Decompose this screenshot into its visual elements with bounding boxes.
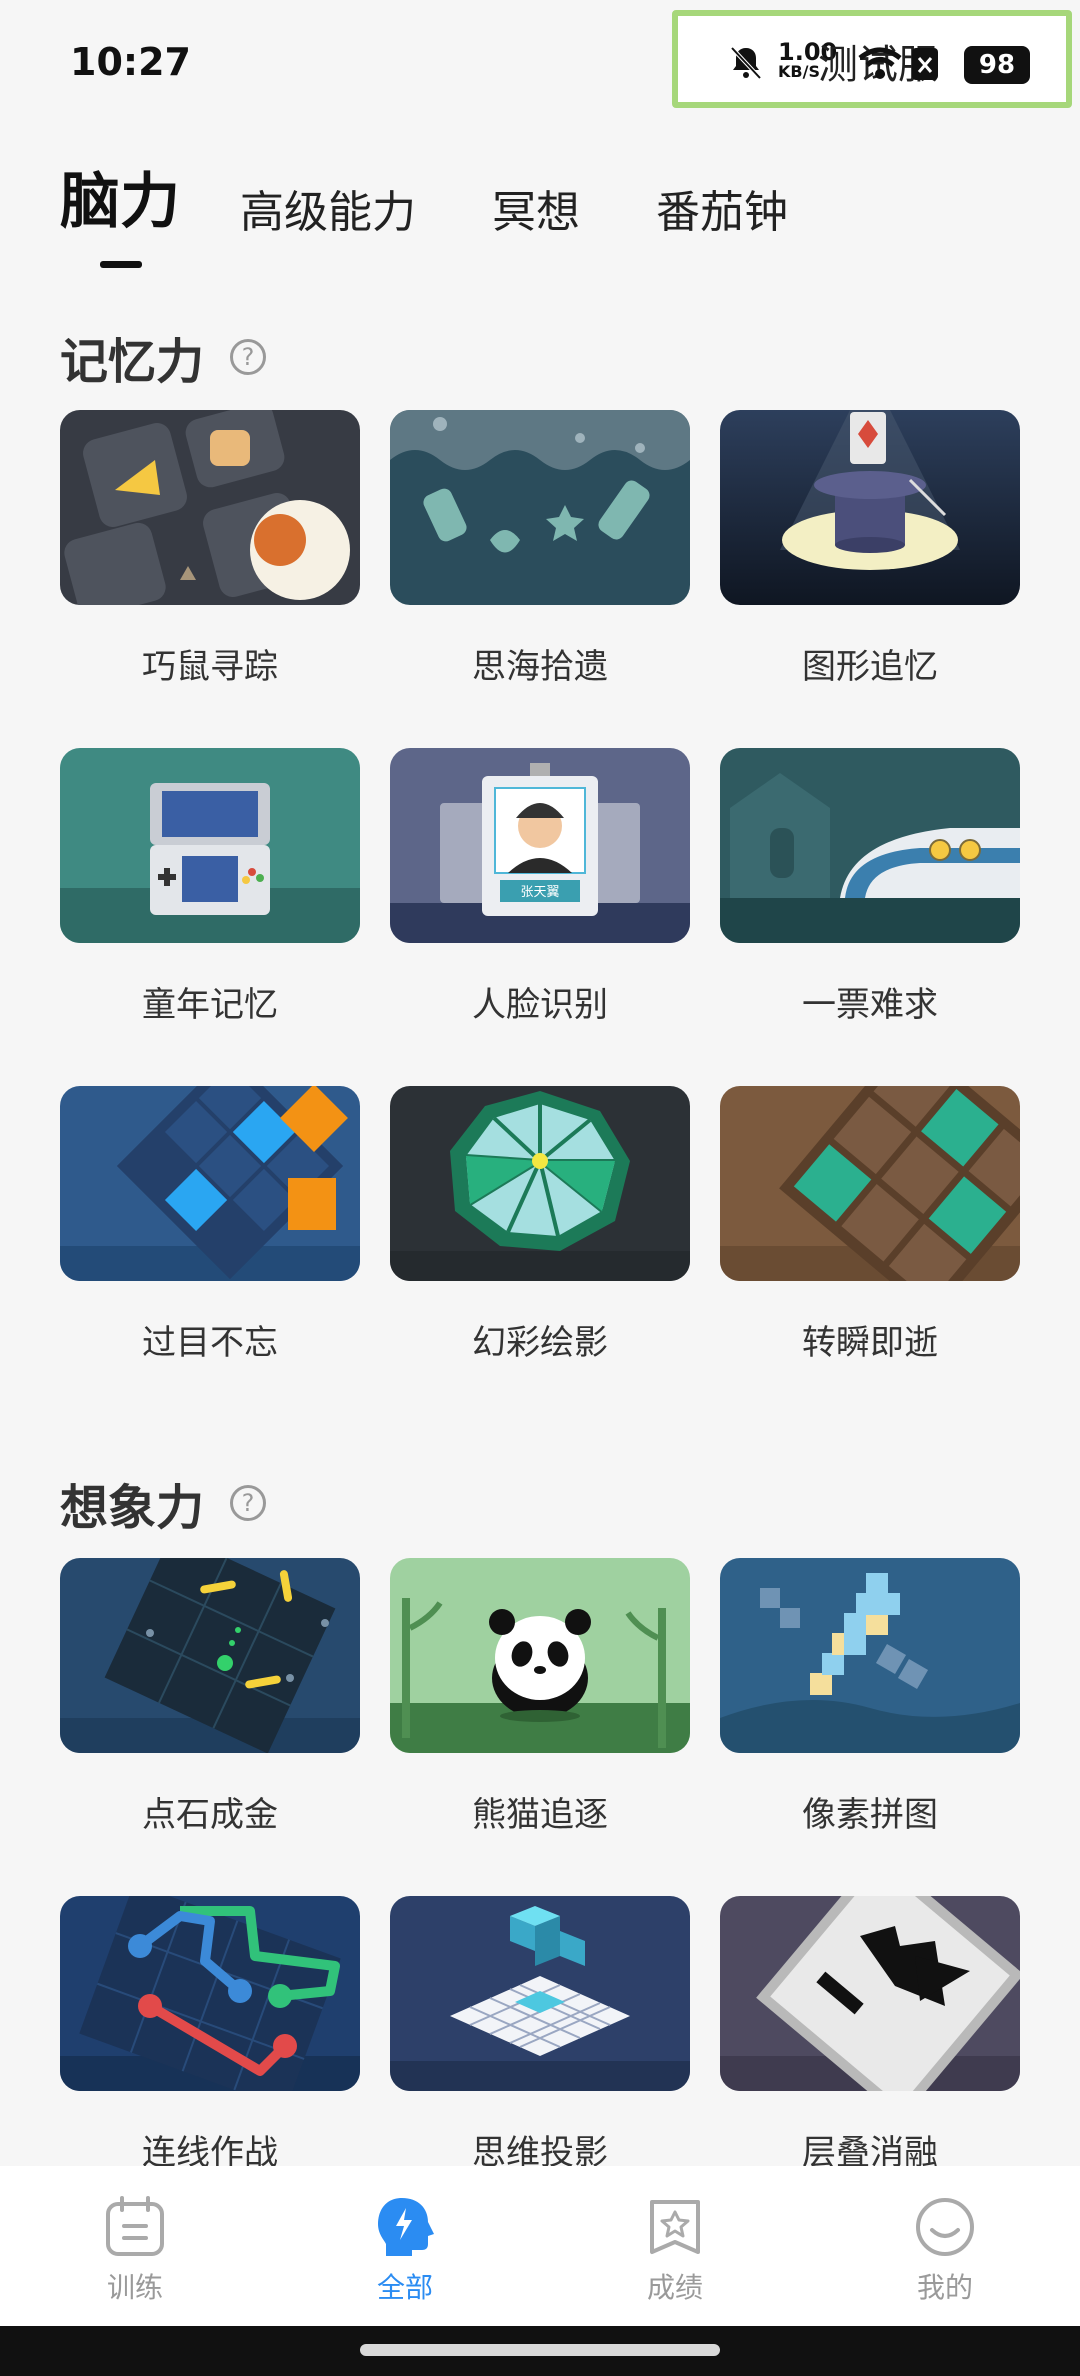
game-thumb: [60, 1896, 360, 2091]
imagination-game-grid: 点石成金 熊猫追逐 像素拼图 连线作战 思维投影 层叠消融: [60, 1558, 1020, 2173]
game-label: 转瞬即逝: [802, 1323, 938, 1363]
battery-icon: 98: [964, 46, 1030, 84]
game-label: 幻彩绘影: [472, 1323, 608, 1363]
help-icon[interactable]: ?: [230, 339, 267, 375]
tab-brain[interactable]: 脑力: [60, 153, 180, 268]
game-label: 童年记忆: [142, 985, 278, 1025]
game-label: 思海拾遗: [472, 647, 608, 687]
status-icons-overlay: 1.00 KB/S 测试服 98: [672, 10, 1072, 108]
section-title-text: 记忆力: [60, 334, 205, 390]
section-title-memory: 记忆力 ?: [60, 322, 267, 392]
game-thumb: [390, 1086, 690, 1281]
status-time: 10:27: [70, 40, 191, 84]
brain-icon: [378, 2198, 434, 2256]
game-thumb: [720, 748, 1020, 943]
game-card-gold[interactable]: 点石成金: [60, 1558, 360, 1836]
nav-all[interactable]: 全部: [270, 2166, 540, 2326]
bell-muted-icon: [730, 46, 762, 80]
game-label: 巧鼠寻踪: [142, 647, 278, 687]
game-label: 图形追忆: [802, 647, 938, 687]
game-thumb: [390, 410, 690, 605]
game-card-ticket[interactable]: 一票难求: [720, 748, 1020, 1026]
tab-advanced[interactable]: 高级能力: [240, 176, 416, 240]
game-card-shape[interactable]: 图形追忆: [720, 410, 1020, 688]
nav-training[interactable]: 训练: [0, 2166, 270, 2326]
game-card-projection[interactable]: 思维投影: [390, 1896, 690, 2174]
home-indicator[interactable]: [360, 2344, 720, 2356]
game-thumb: [720, 1896, 1020, 2091]
game-card-panda[interactable]: 熊猫追逐: [390, 1558, 690, 1836]
section-title-imagination: 想象力 ?: [60, 1468, 267, 1538]
game-thumb: [60, 410, 360, 605]
game-label: 像素拼图: [802, 1795, 938, 1835]
smile-icon: [916, 2198, 974, 2256]
nav-results[interactable]: 成绩: [540, 2166, 810, 2326]
game-card-sea[interactable]: 思海拾遗: [390, 410, 690, 688]
nav-mine[interactable]: 我的: [810, 2166, 1080, 2326]
nav-label: 我的: [916, 2271, 973, 2304]
game-card-glance[interactable]: 过目不忘: [60, 1086, 360, 1364]
game-label: 点石成金: [142, 1795, 278, 1835]
game-label: 人脸识别: [472, 985, 608, 1025]
game-thumb: [60, 1086, 360, 1281]
game-label: 一票难求: [802, 985, 938, 1025]
game-card-overlap[interactable]: 层叠消融: [720, 1896, 1020, 2174]
game-card-face[interactable]: 张天翼 人脸识别: [390, 748, 690, 1026]
game-thumb: [390, 1558, 690, 1753]
nav-label: 训练: [106, 2271, 163, 2304]
face-card-name: 张天翼: [520, 885, 559, 900]
gesture-bar: [0, 2326, 1080, 2376]
game-card-color[interactable]: 幻彩绘影: [390, 1086, 690, 1364]
game-thumb: [60, 1558, 360, 1753]
game-thumb: [60, 748, 360, 943]
game-thumb: 张天翼: [390, 748, 690, 943]
game-thumb: [720, 1086, 1020, 1281]
game-card-pixel[interactable]: 像素拼图: [720, 1558, 1020, 1836]
tab-pomodoro[interactable]: 番茄钟: [656, 176, 788, 240]
game-card-childhood[interactable]: 童年记忆: [60, 748, 360, 1026]
top-tabs: 脑力 高级能力 冥想 番茄钟: [60, 140, 864, 268]
game-thumb: [720, 1558, 1020, 1753]
calendar-icon: [106, 2196, 164, 2256]
game-thumb: [390, 1896, 690, 2091]
star-badge-icon: [650, 2200, 700, 2254]
game-thumb: [720, 410, 1020, 605]
wifi-icon: [858, 47, 902, 79]
game-card-connect[interactable]: 连线作战: [60, 1896, 360, 2174]
tab-meditation[interactable]: 冥想: [492, 176, 580, 240]
game-label: 熊猫追逐: [472, 1795, 608, 1835]
memory-game-grid: 巧鼠寻踪 思海拾遗 图形追忆 童年记忆 张天翼 人脸识别 一票难求 过目不忘 幻…: [60, 410, 1020, 1370]
nav-label: 全部: [376, 2271, 433, 2304]
game-card-mouse[interactable]: 巧鼠寻踪: [60, 410, 360, 688]
section-title-text: 想象力: [60, 1480, 205, 1536]
status-bar: 10:27 1.00 KB/S 测试服 98: [0, 0, 1080, 120]
help-icon[interactable]: ?: [230, 1485, 267, 1521]
game-label: 过目不忘: [142, 1323, 278, 1363]
sim-off-icon: [912, 48, 938, 80]
nav-label: 成绩: [646, 2271, 703, 2304]
game-card-flash[interactable]: 转瞬即逝: [720, 1086, 1020, 1364]
bottom-nav: 训练 全部 成绩 我的: [0, 2166, 1080, 2326]
